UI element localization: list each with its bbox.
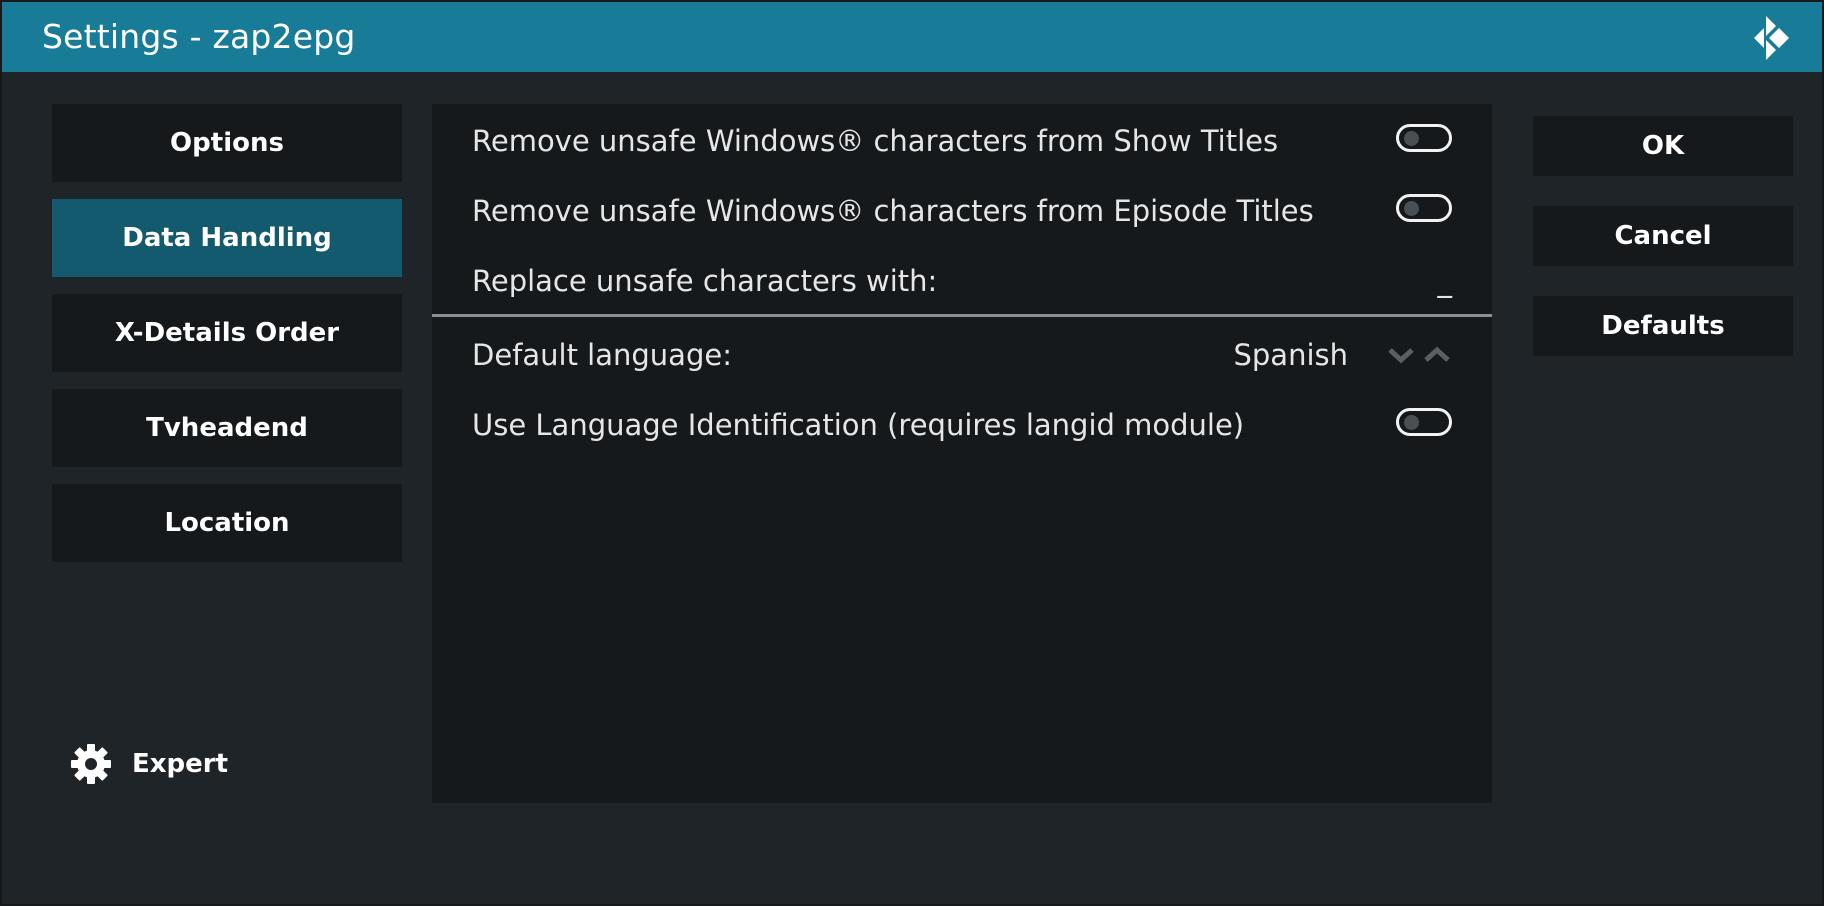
setting-default-language[interactable]: Default language: Spanish (432, 322, 1492, 388)
defaults-button[interactable]: Defaults (1533, 296, 1793, 356)
setting-value: _ (1437, 264, 1453, 298)
toggle-knob (1404, 131, 1419, 146)
ok-button[interactable]: OK (1533, 116, 1793, 176)
spinner-arrows-icon[interactable] (1386, 344, 1452, 366)
expert-level-button[interactable]: Expert (70, 742, 228, 786)
expert-label: Expert (132, 749, 229, 779)
toggle-switch[interactable] (1396, 408, 1452, 436)
setting-label: Replace unsafe characters with: (472, 264, 938, 298)
category-options[interactable]: Options (52, 104, 402, 182)
category-label: Data Handling (122, 223, 332, 253)
setting-label: Remove unsafe Windows® characters from E… (472, 194, 1314, 228)
setting-language-identification[interactable]: Use Language Identification (requires la… (432, 392, 1492, 458)
chevron-down-icon (1388, 348, 1414, 364)
category-tvheadend[interactable]: Tvheadend (52, 389, 402, 467)
title-bar: Settings - zap2epg (2, 2, 1822, 72)
setting-value: Spanish (1233, 338, 1348, 372)
toggle-knob (1404, 415, 1419, 430)
category-data-handling[interactable]: Data Handling (52, 199, 402, 277)
setting-remove-unsafe-show-titles[interactable]: Remove unsafe Windows® characters from S… (432, 108, 1492, 174)
category-label: Options (170, 128, 284, 158)
focus-divider (432, 314, 1492, 317)
setting-label: Remove unsafe Windows® characters from S… (472, 124, 1279, 158)
kodi-logo-icon (1754, 16, 1789, 60)
toggle-switch[interactable] (1396, 194, 1452, 222)
category-label: Location (164, 508, 290, 538)
category-location[interactable]: Location (52, 484, 402, 562)
settings-dialog: Settings - zap2epg Options Data Handling… (0, 0, 1824, 906)
chevron-up-icon (1424, 346, 1450, 362)
category-x-details-order[interactable]: X-Details Order (52, 294, 402, 372)
setting-label: Default language: (472, 338, 732, 372)
category-label: Tvheadend (146, 413, 308, 443)
settings-panel: Remove unsafe Windows® characters from S… (432, 104, 1492, 803)
toggle-switch[interactable] (1396, 124, 1452, 152)
setting-remove-unsafe-episode-titles[interactable]: Remove unsafe Windows® characters from E… (432, 178, 1492, 244)
gear-icon (71, 744, 111, 784)
toggle-knob (1404, 201, 1419, 216)
setting-label: Use Language Identification (requires la… (472, 408, 1245, 442)
cancel-button[interactable]: Cancel (1533, 206, 1793, 266)
setting-replace-unsafe-characters[interactable]: Replace unsafe characters with: _ (432, 248, 1492, 314)
category-label: X-Details Order (114, 318, 340, 348)
dialog-title: Settings - zap2epg (42, 17, 356, 56)
